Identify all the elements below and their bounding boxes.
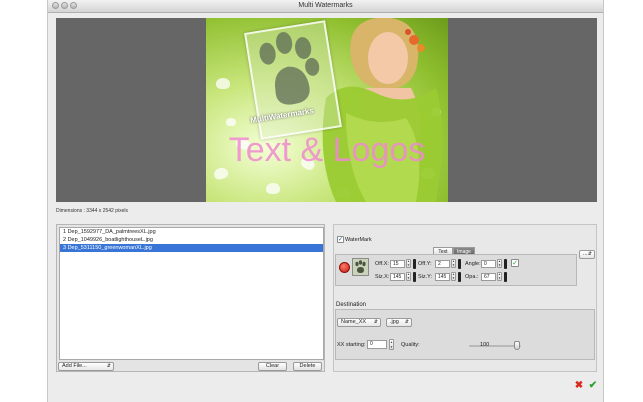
delete-button[interactable]: Delete <box>293 362 322 371</box>
file-list-item[interactable]: 1 Dep_1592977_DA_palmtreesXL.jpg <box>60 228 323 236</box>
xx-starting-stepper[interactable]: ▲ ▼ <box>389 339 394 350</box>
watermark-enabled-label: WaterMark <box>345 237 372 243</box>
opacity-slider[interactable] <box>504 272 507 282</box>
size-y-slider[interactable] <box>458 272 461 282</box>
destination-label: Destination <box>336 302 367 308</box>
watermark-text-overlay: Text & Logos <box>228 131 426 169</box>
add-file-label: Add File... <box>62 363 87 369</box>
apply-checkbox[interactable]: ✓ <box>511 259 519 267</box>
offset-x-slider[interactable] <box>413 259 416 269</box>
remove-watermark-button[interactable] <box>339 262 350 273</box>
destination-box <box>335 309 595 360</box>
file-list[interactable]: 1 Dep_1592977_DA_palmtreesXL.jpg 2 Dep_1… <box>59 227 324 360</box>
more-options-popup[interactable]: ... ⇵ <box>579 250 595 259</box>
file-list-item-selected[interactable]: 3 Dep_5311150_greenwomanXL.jpg <box>60 244 323 252</box>
offset-x-field[interactable]: 15 <box>390 260 405 268</box>
paw-print-icon <box>259 32 320 105</box>
size-x-label: Siz.X: <box>375 274 390 280</box>
size-y-stepper[interactable]: ▲ ▼ <box>451 272 456 281</box>
image-preview: MultiWatermarks Text & Logos <box>56 18 597 202</box>
butterfly-shape <box>266 183 280 194</box>
window-title: Multi Watermarks <box>298 2 353 9</box>
watermark-enabled-checkbox[interactable]: ✓ <box>337 236 344 243</box>
add-file-popup[interactable]: Add File... ⇵ <box>58 362 114 371</box>
size-y-field[interactable]: 145 <box>435 273 450 281</box>
name-format-value: Name_XX <box>341 319 367 325</box>
popup-arrows-icon: ⇵ <box>404 319 409 325</box>
title-bar[interactable]: Multi Watermarks <box>48 0 603 13</box>
angle-field[interactable]: 0 <box>481 260 496 268</box>
clear-button[interactable]: Clear <box>258 362 287 371</box>
offset-y-stepper[interactable]: ▲ ▼ <box>451 259 456 268</box>
opacity-label: Opa.: <box>465 274 479 280</box>
cancel-icon[interactable]: ✖ <box>574 381 584 391</box>
size-y-label: Siz.Y: <box>418 274 433 280</box>
xx-starting-field[interactable]: 0 <box>367 340 387 349</box>
butterfly-shape <box>226 118 236 126</box>
angle-label: Angle: <box>465 261 481 267</box>
offset-y-label: Off.Y: <box>418 261 432 267</box>
offset-y-field[interactable]: 2 <box>435 260 450 268</box>
ok-checkmark-icon[interactable]: ✔ <box>588 381 598 391</box>
image-dimensions: Dimensions : 3344 x 2542 pixels <box>56 208 128 214</box>
butterfly-shape <box>216 78 230 89</box>
watermark-properties-box <box>335 254 577 286</box>
popup-arrows-icon: ⇵ <box>106 363 111 369</box>
watermark-image-thumbnail[interactable] <box>352 258 369 276</box>
paw-thumbnail-icon <box>355 260 366 273</box>
popup-arrows-icon: ⇵ <box>587 251 592 257</box>
name-format-popup[interactable]: Name_XX ⇵ <box>337 318 381 327</box>
offset-x-stepper[interactable]: ▲ ▼ <box>406 259 411 268</box>
app-window: Multi Watermarks MultiWatermarks Text & … <box>47 0 604 402</box>
size-x-field[interactable]: 145 <box>390 273 405 281</box>
opacity-stepper[interactable]: ▲ ▼ <box>497 272 502 281</box>
preview-photo: MultiWatermarks Text & Logos <box>206 18 448 202</box>
file-format-popup[interactable]: .jpg ⇵ <box>386 318 412 327</box>
angle-stepper[interactable]: ▲ ▼ <box>497 259 502 268</box>
offset-x-label: Off.X: <box>375 261 389 267</box>
quality-value: 100 <box>480 342 490 348</box>
size-x-slider[interactable] <box>413 272 416 282</box>
angle-slider[interactable] <box>504 259 507 269</box>
quality-slider-knob[interactable] <box>514 341 520 350</box>
offset-y-slider[interactable] <box>458 259 461 269</box>
opacity-field[interactable]: 67 <box>481 273 496 281</box>
file-format-value: .jpg <box>390 319 399 325</box>
file-list-item[interactable]: 2 Dep_1049926_boatlighthouseL.jpg <box>60 236 323 244</box>
size-x-stepper[interactable]: ▲ ▼ <box>406 272 411 281</box>
file-list-panel: 1 Dep_1592977_DA_palmtreesXL.jpg 2 Dep_1… <box>56 224 325 372</box>
quality-label: Quality: <box>401 342 420 348</box>
popup-arrows-icon: ⇵ <box>373 319 378 325</box>
xx-starting-label: XX starting: <box>337 342 366 348</box>
